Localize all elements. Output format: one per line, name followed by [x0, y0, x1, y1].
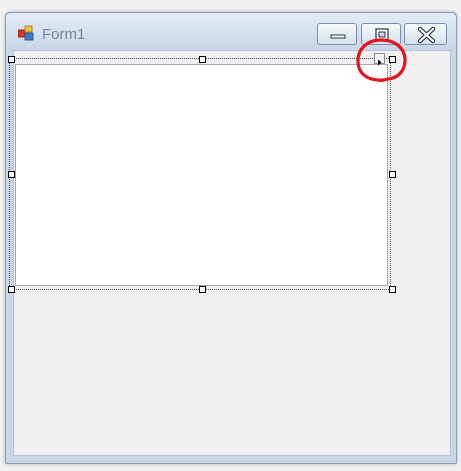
- red-circle-annotation-icon: [356, 38, 407, 83]
- close-icon: [417, 26, 436, 44]
- resize-handle-right[interactable]: [389, 171, 396, 178]
- resize-handle-left[interactable]: [8, 171, 15, 178]
- resize-handle-bottom-right[interactable]: [389, 286, 396, 293]
- resize-handle-top-left[interactable]: [8, 56, 15, 63]
- resize-handle-top[interactable]: [199, 56, 206, 63]
- panel-control[interactable]: [15, 64, 388, 286]
- resize-handle-bottom-left[interactable]: [8, 286, 15, 293]
- close-button[interactable]: [404, 23, 447, 45]
- app-icon: [17, 25, 35, 41]
- resize-handle-bottom[interactable]: [199, 286, 206, 293]
- window-title: Form1: [42, 26, 86, 43]
